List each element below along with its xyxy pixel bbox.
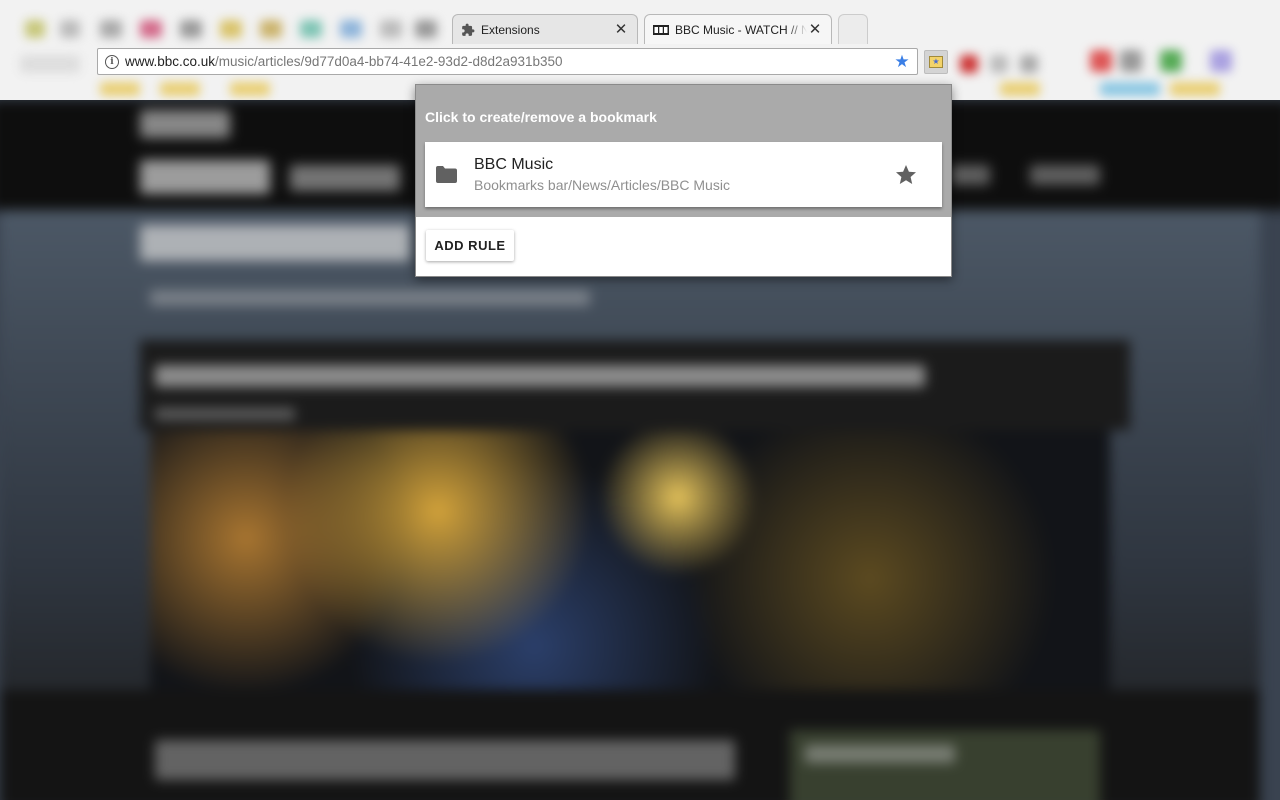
bbc-favicon xyxy=(653,24,669,35)
bookmark-rules-popup: Click to create/remove a bookmark BBC Mu… xyxy=(415,84,952,277)
popup-title: Click to create/remove a bookmark xyxy=(425,109,657,125)
url-path: /music/articles/9d77d0a4-bb74-41e2-93d2-… xyxy=(215,54,563,69)
info-icon[interactable]: i xyxy=(105,54,119,69)
bookmark-rules-extension-button[interactable]: ★ xyxy=(924,50,948,74)
tab-strip: Extensions ✕ BBC Music - WATCH // N ✕ xyxy=(0,12,1280,46)
bookmark-star-icon[interactable]: ★ xyxy=(891,52,913,72)
tab-extensions[interactable]: Extensions ✕ xyxy=(452,14,638,44)
tab-title: Extensions xyxy=(481,22,540,37)
tab-bbc-music[interactable]: BBC Music - WATCH // N ✕ xyxy=(644,14,832,44)
new-tab-button[interactable] xyxy=(838,14,868,44)
bookmark-name: BBC Music xyxy=(474,156,554,173)
puzzle-icon xyxy=(462,23,475,36)
address-bar[interactable]: i www.bbc.co.uk/music/articles/9d77d0a4-… xyxy=(97,48,918,75)
close-icon[interactable]: ✕ xyxy=(807,21,823,38)
close-icon[interactable]: ✕ xyxy=(613,21,629,38)
popup-header: Click to create/remove a bookmark BBC Mu… xyxy=(416,85,951,217)
add-rule-button[interactable]: ADD RULE xyxy=(426,230,514,261)
url-text[interactable]: www.bbc.co.uk/music/articles/9d77d0a4-bb… xyxy=(125,54,891,69)
bookmark-path: Bookmarks bar/News/Articles/BBC Music xyxy=(474,177,730,193)
bookmark-text: BBC Music Bookmarks bar/News/Articles/BB… xyxy=(474,156,894,193)
bookmark-rules-icon: ★ xyxy=(929,56,943,68)
star-icon[interactable] xyxy=(894,163,918,187)
url-host: www.bbc.co.uk xyxy=(125,54,216,69)
folder-icon xyxy=(436,166,457,183)
tab-title: BBC Music - WATCH // N xyxy=(675,22,807,37)
bookmark-item[interactable]: BBC Music Bookmarks bar/News/Articles/BB… xyxy=(425,142,942,207)
